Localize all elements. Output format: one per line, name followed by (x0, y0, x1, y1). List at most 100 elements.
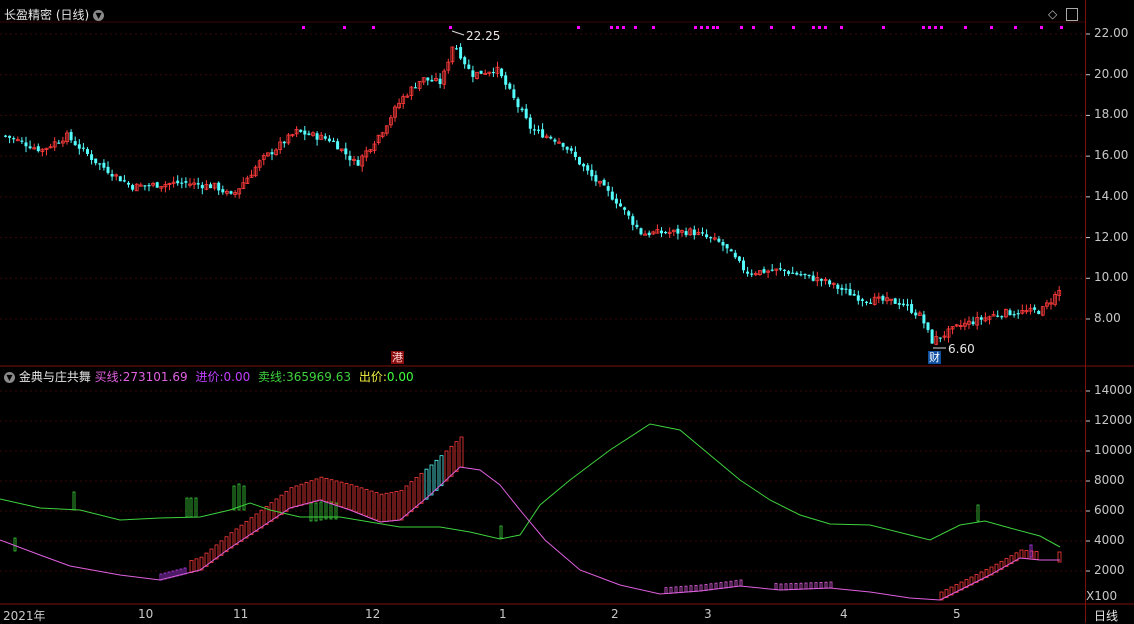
candle-body (701, 232, 704, 234)
candle-body (184, 181, 188, 183)
indicator-tick: 4000 (1094, 533, 1125, 547)
low-price-label: 6.60 (948, 342, 975, 356)
indicator-bar (799, 582, 803, 590)
signal-marker (752, 26, 755, 29)
candle-body (516, 98, 520, 108)
candle-body (77, 144, 81, 149)
indicator-bar (234, 528, 239, 546)
signal-marker (712, 26, 715, 29)
candle-body (836, 284, 840, 289)
candle-body (106, 166, 110, 173)
candle-body (541, 129, 545, 138)
indicator-bar (394, 491, 399, 521)
candle-body (553, 139, 557, 142)
candle-body (332, 140, 335, 142)
indicator-bar (444, 450, 449, 482)
candle-body (660, 230, 663, 234)
signal-marker (1060, 26, 1063, 29)
signal-marker (610, 26, 613, 29)
indicator-bar (399, 490, 404, 521)
indicator-bar (324, 478, 329, 503)
candle-body (897, 303, 901, 305)
indicator-bar (1034, 551, 1039, 560)
indicator-bar (304, 482, 309, 505)
candle-body (537, 129, 540, 131)
candle-body (860, 299, 864, 301)
indicator-bar (309, 502, 313, 522)
candle-body (508, 83, 512, 89)
candle-body (471, 70, 475, 77)
candle-body (344, 148, 348, 155)
candle-body (131, 185, 135, 190)
candle-body (610, 191, 614, 200)
candle-body (910, 304, 914, 313)
candle-body (770, 269, 774, 271)
indicator-bar (824, 581, 828, 589)
candle-body (467, 64, 471, 69)
signal-marker (302, 26, 305, 29)
candle-body (81, 147, 85, 149)
price-chart[interactable] (0, 0, 1134, 623)
candle-body (737, 256, 741, 261)
indicator-bar (694, 584, 698, 592)
indicator-bar (359, 487, 364, 515)
indicator-bar (13, 537, 17, 552)
candle-body (512, 89, 516, 98)
indicator-bar (429, 464, 434, 496)
candle-body (118, 176, 122, 182)
candle-body (176, 180, 180, 184)
candle-body (1008, 310, 1012, 316)
price-tick: 10.00 (1094, 270, 1129, 285)
signal-marker (964, 26, 967, 29)
indicator-bar (185, 497, 189, 518)
high-price-label: 22.25 (466, 29, 501, 43)
candle-body (578, 157, 581, 165)
candle-body (327, 138, 331, 142)
date-label-jan: 1 (499, 607, 507, 621)
indicator-bar (684, 585, 688, 593)
candle-body (664, 231, 668, 234)
indicator-bar (194, 558, 199, 572)
indicator-bar (1029, 550, 1034, 560)
candle-body (795, 272, 799, 275)
candle-body (524, 108, 528, 119)
indicator-bar (329, 479, 334, 504)
candle-body (803, 273, 807, 276)
indicator-bar (389, 491, 394, 522)
indicator-bar (409, 481, 414, 513)
candle-body (729, 249, 733, 252)
candle-body (778, 268, 782, 270)
indicator-bar (499, 525, 503, 539)
hk-connect-badge[interactable]: 港 (391, 351, 404, 364)
signal-marker (840, 26, 843, 29)
candle-body (356, 159, 360, 166)
candle-body (893, 298, 897, 304)
candle-body (791, 272, 795, 274)
candle-body (414, 87, 417, 89)
finance-report-badge[interactable]: 财 (928, 351, 941, 364)
candle-body (623, 207, 627, 210)
signal-marker (812, 26, 815, 29)
signal-marker (634, 26, 637, 29)
candle-body (1016, 313, 1020, 315)
candle-body (799, 274, 803, 276)
candle-body (762, 269, 766, 273)
candle-body (647, 232, 651, 236)
signal-marker (818, 26, 821, 29)
candle-body (705, 234, 709, 238)
signal-marker (740, 26, 743, 29)
signal-marker (1040, 26, 1043, 29)
candle-body (811, 275, 815, 281)
indicator-bar (709, 583, 713, 591)
period-button[interactable]: 日线 (1094, 607, 1118, 624)
candle-body (147, 185, 151, 187)
candle-body (602, 179, 606, 186)
candle-body (586, 165, 590, 171)
indicator-bar (664, 587, 668, 595)
candle-body (127, 182, 130, 185)
indicator-bar (269, 502, 274, 522)
indicator-bar (72, 491, 76, 511)
candle-body (733, 252, 737, 258)
price-tick: 18.00 (1094, 107, 1129, 122)
candle-body (336, 141, 340, 150)
